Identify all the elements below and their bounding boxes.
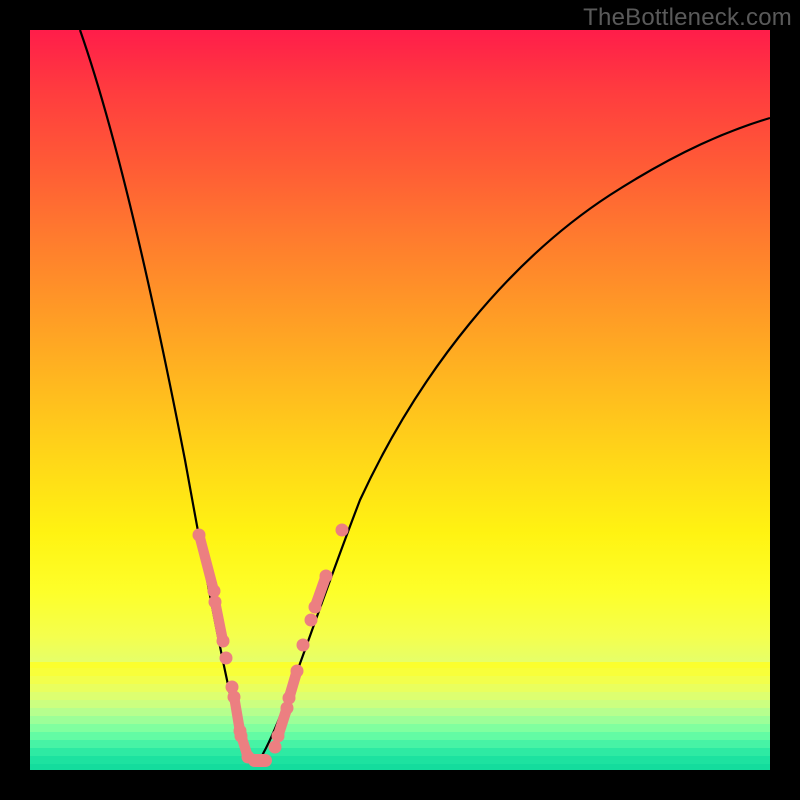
marker-dot [269, 741, 282, 754]
watermark-text: TheBottleneck.com [583, 4, 792, 32]
marker-cap [291, 665, 304, 678]
curve-svg [30, 30, 770, 770]
marker-dot [336, 524, 349, 537]
marker-capsule [194, 533, 219, 593]
marker-cap [235, 730, 248, 743]
marker-cap [217, 635, 230, 648]
marker-cap [309, 601, 322, 614]
chart-frame: TheBottleneck.com [0, 0, 800, 800]
marker-dot [220, 652, 233, 665]
right-branch [258, 118, 770, 762]
left-branch [80, 30, 262, 762]
marker-cap [320, 570, 333, 583]
markers-group [193, 524, 349, 768]
marker-dot [297, 639, 310, 652]
marker-cap [283, 692, 296, 705]
marker-cap [228, 691, 241, 704]
plot-area [30, 30, 770, 770]
marker-dot [305, 614, 318, 627]
marker-capsule [248, 754, 272, 767]
marker-cap [208, 585, 221, 598]
marker-cap [272, 730, 285, 743]
marker-cap [209, 596, 222, 609]
marker-cap [193, 529, 206, 542]
